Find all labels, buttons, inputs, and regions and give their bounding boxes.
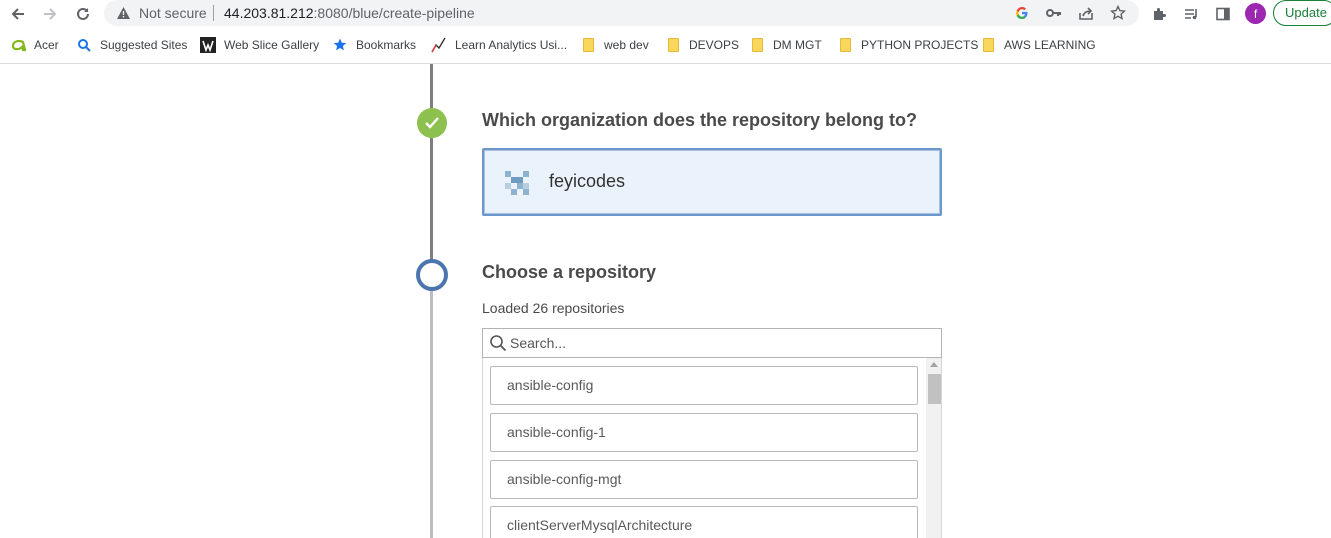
media-list-icon: [1185, 9, 1197, 20]
bookmark-folder-devops[interactable]: DEVOPS: [665, 37, 739, 53]
create-pipeline-page: Which organization does the repository b…: [0, 64, 1331, 538]
bookmark-label: web dev: [604, 38, 649, 52]
key-icon: [1046, 9, 1061, 17]
search-icon: [490, 335, 507, 352]
back-button[interactable]: [7, 3, 29, 25]
step-rail-completed: [430, 64, 433, 262]
star-outline-icon: [1110, 5, 1126, 20]
scroll-up-arrow-icon[interactable]: [930, 362, 938, 367]
bookmark-star-button[interactable]: [1109, 4, 1127, 22]
bookmark-label: Learn Analytics Usi...: [455, 38, 568, 52]
repository-step-title: Choose a repository: [482, 262, 657, 282]
share-button[interactable]: [1077, 4, 1095, 22]
organization-card-selected[interactable]: feyicodes: [482, 148, 942, 216]
web-slice-icon: [200, 37, 216, 53]
checkmark-icon: [425, 117, 439, 129]
bookmark-acer[interactable]: Acer: [10, 37, 59, 53]
repository-list-scrollbar[interactable]: [926, 358, 941, 538]
bookmark-folder-aws-learning[interactable]: AWS LEARNING: [980, 37, 1096, 53]
warning-icon: [117, 7, 130, 19]
browser-toolbar: Not secure 44.203.81.212:8080/blue/creat…: [0, 0, 1331, 27]
repository-list[interactable]: ansible-config ansible-config-1 ansible-…: [482, 358, 942, 538]
reload-icon: [77, 7, 89, 20]
profile-avatar[interactable]: f: [1245, 3, 1266, 24]
folder-icon: [749, 37, 765, 53]
repository-list-item[interactable]: ansible-config-mgt: [490, 460, 918, 499]
bookmark-folder-web-dev[interactable]: web dev: [580, 37, 649, 53]
google-icon: [1016, 6, 1028, 20]
organization-name: feyicodes: [549, 171, 626, 191]
bookmark-label: DM MGT: [773, 38, 822, 52]
url-text[interactable]: 44.203.81.212:8080/blue/create-pipeline: [224, 5, 475, 21]
bookmark-label: Web Slice Gallery: [224, 38, 320, 52]
scrollbar-thumb[interactable]: [928, 374, 941, 404]
step-complete-indicator: [417, 108, 447, 138]
puzzle-icon: [1154, 8, 1166, 20]
bookmark-label: Bookmarks: [356, 38, 417, 52]
bookmark-web-slice-gallery[interactable]: Web Slice Gallery: [200, 37, 319, 53]
repositories-loaded-count: Loaded 26 repositories: [482, 300, 625, 316]
bookmark-folder-python-projects[interactable]: PYTHON PROJECTS: [837, 37, 978, 53]
folder-icon: [980, 37, 996, 53]
url-divider: [213, 5, 214, 21]
bookmark-label: Acer: [34, 38, 59, 52]
url-host: 44.203.81.212: [224, 5, 314, 21]
repository-list-item[interactable]: ansible-config: [490, 366, 918, 405]
bookmark-label: AWS LEARNING: [1004, 38, 1096, 52]
security-label[interactable]: Not secure: [139, 5, 207, 21]
side-panel-icon: [1216, 7, 1230, 21]
bookmark-label: Suggested Sites: [100, 38, 188, 52]
url-path: :8080/blue/create-pipeline: [313, 5, 475, 21]
bookmark-label: PYTHON PROJECTS: [861, 38, 979, 52]
bookmark-folder-dm-mgt[interactable]: DM MGT: [749, 37, 822, 53]
repository-list-item[interactable]: clientServerMysqlArchitecture: [490, 506, 918, 538]
bookmark-learn-analytics[interactable]: Learn Analytics Usi...: [431, 37, 567, 53]
forward-arrow-icon: [44, 8, 57, 20]
password-key-button[interactable]: [1045, 4, 1063, 22]
repository-search-input[interactable]: [510, 332, 930, 354]
folder-icon: [580, 37, 596, 53]
forward-button[interactable]: [39, 3, 61, 25]
bookmark-label: DEVOPS: [689, 38, 740, 52]
extensions-button[interactable]: [1149, 4, 1169, 24]
star-icon: [332, 37, 348, 53]
address-bar[interactable]: Not secure 44.203.81.212:8080/blue/creat…: [104, 0, 1139, 26]
bookmark-bookmarks[interactable]: Bookmarks: [332, 37, 416, 53]
share-icon: [1079, 7, 1093, 20]
repository-search-field[interactable]: [482, 328, 942, 358]
organization-step-title: Which organization does the repository b…: [482, 110, 918, 130]
folder-icon: [665, 37, 681, 53]
search-icon: [76, 37, 92, 53]
google-lens-button[interactable]: [1013, 4, 1031, 22]
back-arrow-icon: [11, 8, 24, 20]
update-button[interactable]: Update: [1273, 0, 1331, 26]
reload-button[interactable]: [72, 3, 94, 25]
side-panel-button[interactable]: [1213, 4, 1233, 24]
org-avatar-icon: [505, 171, 529, 195]
step-current-indicator: [416, 259, 448, 291]
folder-icon: [837, 37, 853, 53]
analytics-icon: [431, 37, 447, 53]
repository-list-item[interactable]: ansible-config-1: [490, 413, 918, 452]
reading-list-button[interactable]: [1181, 4, 1201, 24]
acer-icon: [10, 37, 26, 53]
bookmarks-bar: Acer Suggested Sites Web Slice Gallery B…: [0, 31, 1331, 59]
bookmark-suggested-sites[interactable]: Suggested Sites: [76, 37, 187, 53]
